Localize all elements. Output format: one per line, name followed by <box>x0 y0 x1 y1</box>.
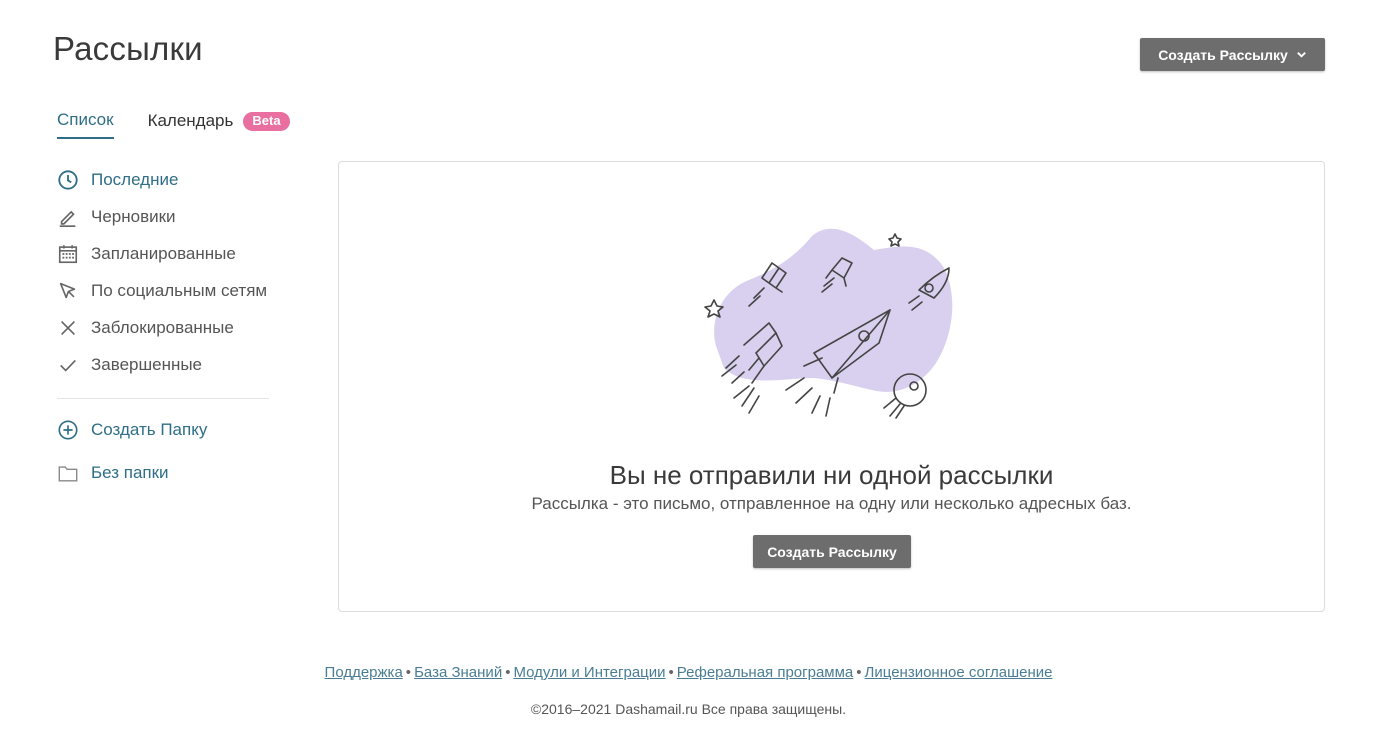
footer-link-referral[interactable]: Реферальная программа <box>677 664 853 681</box>
tab-list[interactable]: Список <box>57 110 114 139</box>
footer-link-knowledge-base[interactable]: База Знаний <box>414 664 502 681</box>
create-folder-label: Создать Папку <box>91 419 208 439</box>
create-campaign-dropdown-button[interactable]: Создать Рассылку <box>1140 38 1325 71</box>
sidebar-item-label: Завершенные <box>91 354 203 374</box>
sidebar-item-label: Черновики <box>91 206 176 226</box>
tab-calendar-label: Календарь <box>147 111 234 130</box>
create-campaign-button[interactable]: Создать Рассылку <box>753 535 911 568</box>
sidebar-item-social[interactable]: По социальным сетям <box>57 272 269 309</box>
tab-calendar[interactable]: Календарь Beta <box>148 111 290 138</box>
no-folder-label: Без папки <box>91 462 169 482</box>
footer-separator: • <box>856 664 862 681</box>
empty-state-panel: Вы не отправили ни одной рассылки Рассыл… <box>338 161 1325 612</box>
chevron-down-icon <box>1296 52 1306 58</box>
view-tabs: Список Календарь Beta <box>57 110 324 139</box>
footer-separator: • <box>405 664 412 681</box>
rockets-illustration <box>704 228 953 419</box>
sidebar-item-label: Запланированные <box>91 243 236 263</box>
calendar-icon <box>57 243 79 265</box>
sidebar-item-completed[interactable]: Завершенные <box>57 346 269 383</box>
pencil-icon <box>57 206 79 228</box>
sidebar: Последние Черновики Запланированные По с… <box>57 161 269 491</box>
footer-links: Поддержка • База Знаний • Модули и Интеграци… <box>0 664 1377 681</box>
create-campaign-label: Создать Рассылку <box>1158 46 1288 63</box>
sidebar-item-label: Последние <box>91 169 179 189</box>
page-title: Рассылки <box>53 30 203 67</box>
sidebar-item-label: По социальным сетям <box>91 280 268 300</box>
empty-state-subtitle: Рассылка - это письмо, отправленное на о… <box>531 494 1132 513</box>
footer-link-integrations[interactable]: Модули и Интеграции <box>513 664 665 681</box>
check-icon <box>57 354 79 376</box>
sidebar-item-label: Заблокированные <box>91 317 234 337</box>
sidebar-item-drafts[interactable]: Черновики <box>57 198 269 235</box>
cursor-icon <box>57 280 79 302</box>
sidebar-divider <box>57 398 269 399</box>
footer-link-support[interactable]: Поддержка <box>325 664 403 681</box>
create-folder-link[interactable]: Создать Папку <box>57 411 269 448</box>
folder-icon <box>57 462 79 484</box>
sidebar-item-blocked[interactable]: Заблокированные <box>57 309 269 346</box>
footer-link-license[interactable]: Лицензионное соглашение <box>865 664 1053 681</box>
copyright: ©2016–2021 Dashamail.ru Все права защище… <box>530 701 847 717</box>
sidebar-item-recent[interactable]: Последние <box>57 161 269 198</box>
sidebar-item-no-folder[interactable]: Без папки <box>57 454 269 491</box>
footer-separator: • <box>505 664 511 681</box>
empty-state-title: Вы не отправили ни одной рассылки <box>609 460 1054 490</box>
close-icon <box>57 317 79 339</box>
sidebar-item-scheduled[interactable]: Запланированные <box>57 235 269 272</box>
tab-list-label: Список <box>57 110 114 129</box>
plus-circle-icon <box>57 419 79 441</box>
clock-icon <box>57 169 79 191</box>
footer-separator: • <box>668 664 674 681</box>
beta-badge: Beta <box>243 111 290 131</box>
